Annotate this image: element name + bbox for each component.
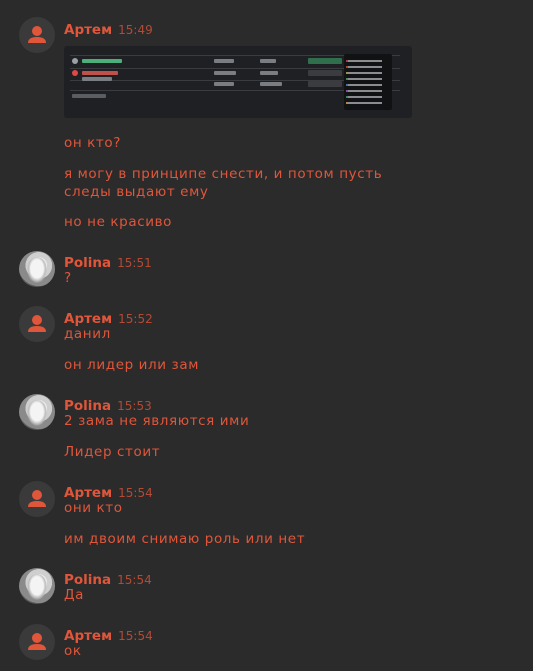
message-text: ? [64,270,72,286]
message-text: я могу в принципе снести, и потом пусть … [64,166,383,200]
message-text: данил [64,326,111,342]
message-text: им двоим снимаю роль или нет [64,531,306,547]
timestamp: 15:54 [118,629,153,643]
message-header: Артем 15:54 [64,482,153,501]
message-header: Polina 15:51 [64,252,152,271]
author-name[interactable]: Артем [64,628,112,644]
timestamp: 15:53 [117,399,152,413]
message-text: 2 зама не являются ими [64,413,250,429]
message-text: Да [64,587,85,603]
user-avatar[interactable] [19,251,55,287]
default-avatar-icon [28,490,46,507]
message-header: Артем 15:52 [64,308,153,327]
user-avatar[interactable] [19,481,55,517]
user-avatar[interactable] [19,394,55,430]
user-avatar[interactable] [19,17,55,53]
message-header: Артем 15:54 [64,625,153,644]
default-avatar-icon [28,315,46,332]
default-avatar-icon [28,26,46,43]
author-name[interactable]: Polina [64,398,111,414]
author-name[interactable]: Polina [64,572,111,588]
author-name[interactable]: Артем [64,22,112,38]
timestamp: 15:54 [118,486,153,500]
user-avatar[interactable] [19,624,55,660]
image-attachment[interactable] [64,46,412,118]
message-text: он кто? [64,135,122,151]
message-text: но не красиво [64,214,173,230]
timestamp: 15:51 [117,256,152,270]
chat-message-list: Артем 15:49 он кто? я могу в принципе сн… [0,0,533,671]
author-name[interactable]: Артем [64,311,112,327]
message-text: Лидер стоит [64,444,161,460]
message-text: ок [64,643,82,659]
user-avatar[interactable] [19,568,55,604]
author-name[interactable]: Polina [64,255,111,271]
message-text: они кто [64,500,123,516]
default-avatar-icon [28,633,46,650]
user-avatar[interactable] [19,306,55,342]
message-header: Артем 15:49 [64,19,153,38]
message-header: Polina 15:54 [64,569,152,588]
message-header: Polina 15:53 [64,395,152,414]
author-name[interactable]: Артем [64,485,112,501]
timestamp: 15:54 [117,573,152,587]
timestamp: 15:49 [118,23,153,37]
message-text: он лидер или зам [64,357,199,373]
timestamp: 15:52 [118,312,153,326]
